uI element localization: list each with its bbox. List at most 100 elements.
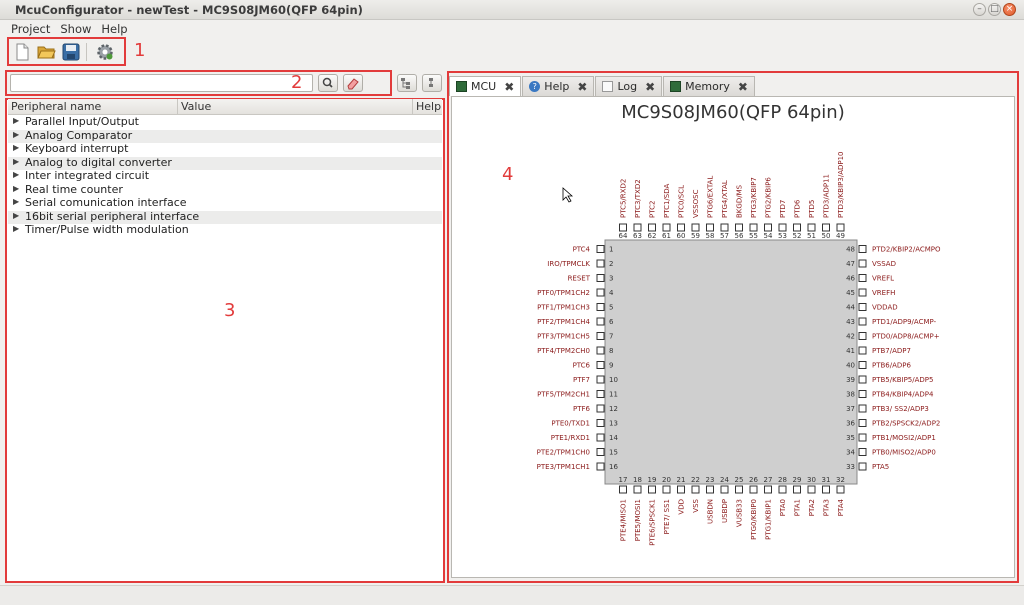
pin-label[interactable]: PTC3/TXD2 (634, 179, 642, 218)
pin-pad[interactable] (596, 332, 605, 340)
pin-pad[interactable] (858, 390, 867, 398)
pin-pad[interactable] (720, 485, 729, 494)
pin-pad[interactable] (596, 448, 605, 456)
pin-label[interactable]: PTD7 (779, 200, 787, 218)
pin-label[interactable]: PTE7/ SS1 (663, 499, 671, 534)
pin-pad[interactable] (807, 223, 816, 232)
pin-label[interactable]: VDD (678, 499, 686, 515)
pin-label[interactable]: PTC1/SDA (663, 184, 671, 218)
pin-label[interactable]: VSS (692, 498, 700, 512)
pin-pad[interactable] (691, 485, 700, 494)
pin-pad[interactable] (619, 223, 627, 232)
pin-label[interactable]: PTD3/ADP11 (823, 174, 831, 218)
pin-pad[interactable] (662, 485, 671, 494)
pin-label[interactable]: PTE2/TPM1CH0 (537, 449, 590, 457)
pin-pad[interactable] (822, 223, 830, 232)
pin-pad[interactable] (749, 485, 758, 494)
pin-pad[interactable] (778, 223, 787, 232)
pin-pad[interactable] (836, 223, 845, 232)
pin-label[interactable]: PTF1/TPM1CH3 (537, 304, 590, 312)
pin-label[interactable]: VDDAD (872, 304, 898, 312)
pin-label[interactable]: PTA4 (837, 498, 845, 516)
pin-pad[interactable] (764, 223, 772, 232)
pin-pad[interactable] (633, 223, 642, 232)
pin-label[interactable]: PTD1/ADP9/ACMP- (872, 318, 937, 326)
pin-pad[interactable] (858, 274, 867, 282)
pin-label[interactable]: PTA5 (872, 463, 889, 471)
pin-pad[interactable] (720, 223, 729, 232)
pin-label[interactable]: PTG6/EXTAL (707, 176, 715, 218)
pin-pad[interactable] (596, 245, 605, 253)
pin-label[interactable]: PTF4/TPM2CH0 (537, 347, 590, 355)
pin-label[interactable]: PTE1/RXD1 (551, 434, 590, 442)
pin-label[interactable]: PTA2 (808, 499, 816, 516)
pin-pad[interactable] (706, 223, 714, 232)
pin-pad[interactable] (691, 223, 700, 232)
pin-label[interactable]: PTC5/RXD2 (620, 179, 628, 218)
pin-label[interactable]: PTE5/MOSI1 (634, 499, 642, 541)
pin-label[interactable]: PTB7/ADP7 (872, 347, 911, 355)
pin-label[interactable]: PTD3/KBIP3/ADP10 (837, 152, 845, 219)
pin-pad[interactable] (858, 433, 867, 442)
pin-label[interactable]: PTB2/SPSCK2/ADP2 (872, 420, 940, 428)
pin-label[interactable]: PTG4/XTAL (721, 180, 729, 218)
pin-label[interactable]: VUSB33 (736, 499, 744, 527)
pin-pad[interactable] (677, 223, 685, 232)
pin-label[interactable]: PTD5 (808, 200, 816, 218)
pin-pad[interactable] (858, 346, 867, 355)
pin-label[interactable]: PTF3/TPM1CH5 (537, 333, 590, 341)
pin-pad[interactable] (596, 390, 605, 398)
pin-pad[interactable] (858, 303, 867, 311)
pin-pad[interactable] (662, 223, 671, 232)
pin-label[interactable]: PTA3 (823, 499, 831, 516)
pin-pad[interactable] (858, 259, 867, 268)
pin-pad[interactable] (858, 419, 867, 427)
pin-pad[interactable] (858, 361, 867, 369)
pin-label[interactable]: PTB4/KBIP4/ADP4 (872, 391, 934, 399)
pin-label[interactable]: PTC6 (573, 362, 591, 370)
pin-label[interactable]: PTD0/ADP8/ACMP+ (872, 333, 940, 341)
pin-pad[interactable] (596, 361, 605, 369)
pin-pad[interactable] (858, 245, 867, 253)
pin-label[interactable]: PTG1/KBIP1 (765, 499, 773, 540)
pin-label[interactable]: PTA0 (779, 499, 787, 516)
pin-pad[interactable] (596, 433, 605, 442)
pin-label[interactable]: VREFH (872, 289, 895, 297)
pin-pad[interactable] (596, 274, 605, 282)
pin-pad[interactable] (822, 485, 830, 494)
pin-label[interactable]: PTA1 (794, 499, 802, 516)
pin-label[interactable]: PTF7 (573, 376, 590, 384)
pin-pad[interactable] (596, 462, 605, 471)
pin-label[interactable]: PTG2/KBIP6 (765, 177, 773, 218)
pin-label[interactable]: PTF5/TPM2CH1 (537, 391, 590, 399)
pin-pad[interactable] (619, 485, 627, 494)
pin-pad[interactable] (648, 223, 656, 232)
pin-pad[interactable] (858, 332, 867, 340)
pin-label[interactable]: PTF0/TPM1CH2 (537, 289, 590, 297)
pin-pad[interactable] (858, 462, 867, 471)
pin-label[interactable]: PTG3/KBIP7 (750, 177, 758, 218)
pin-pad[interactable] (807, 485, 816, 494)
pin-pad[interactable] (858, 375, 867, 384)
pin-label[interactable]: PTC2 (649, 201, 657, 218)
pin-label[interactable]: PTF2/TPM1CH4 (537, 318, 590, 326)
pin-label[interactable]: VREFL (872, 275, 894, 283)
pin-pad[interactable] (677, 485, 685, 494)
pin-label[interactable]: PTC4 (573, 246, 591, 254)
pin-pad[interactable] (749, 223, 758, 232)
pin-pad[interactable] (858, 448, 867, 456)
pin-label[interactable]: PTG0/KBIP0 (750, 499, 758, 540)
pin-pad[interactable] (633, 485, 642, 494)
pin-pad[interactable] (764, 485, 772, 494)
pin-pad[interactable] (596, 288, 605, 297)
pin-pad[interactable] (596, 404, 605, 413)
pin-pad[interactable] (596, 346, 605, 355)
pin-pad[interactable] (735, 223, 743, 232)
pin-label[interactable]: PTB5/KBIP5/ADP5 (872, 376, 933, 384)
pin-label[interactable]: PTD6 (794, 199, 802, 218)
pin-pad[interactable] (706, 485, 714, 494)
pin-pad[interactable] (596, 419, 605, 427)
pin-label[interactable]: PTE3/TPM1CH1 (537, 463, 590, 471)
pin-label[interactable]: VSSOSC (692, 189, 700, 218)
pin-pad[interactable] (596, 375, 605, 384)
